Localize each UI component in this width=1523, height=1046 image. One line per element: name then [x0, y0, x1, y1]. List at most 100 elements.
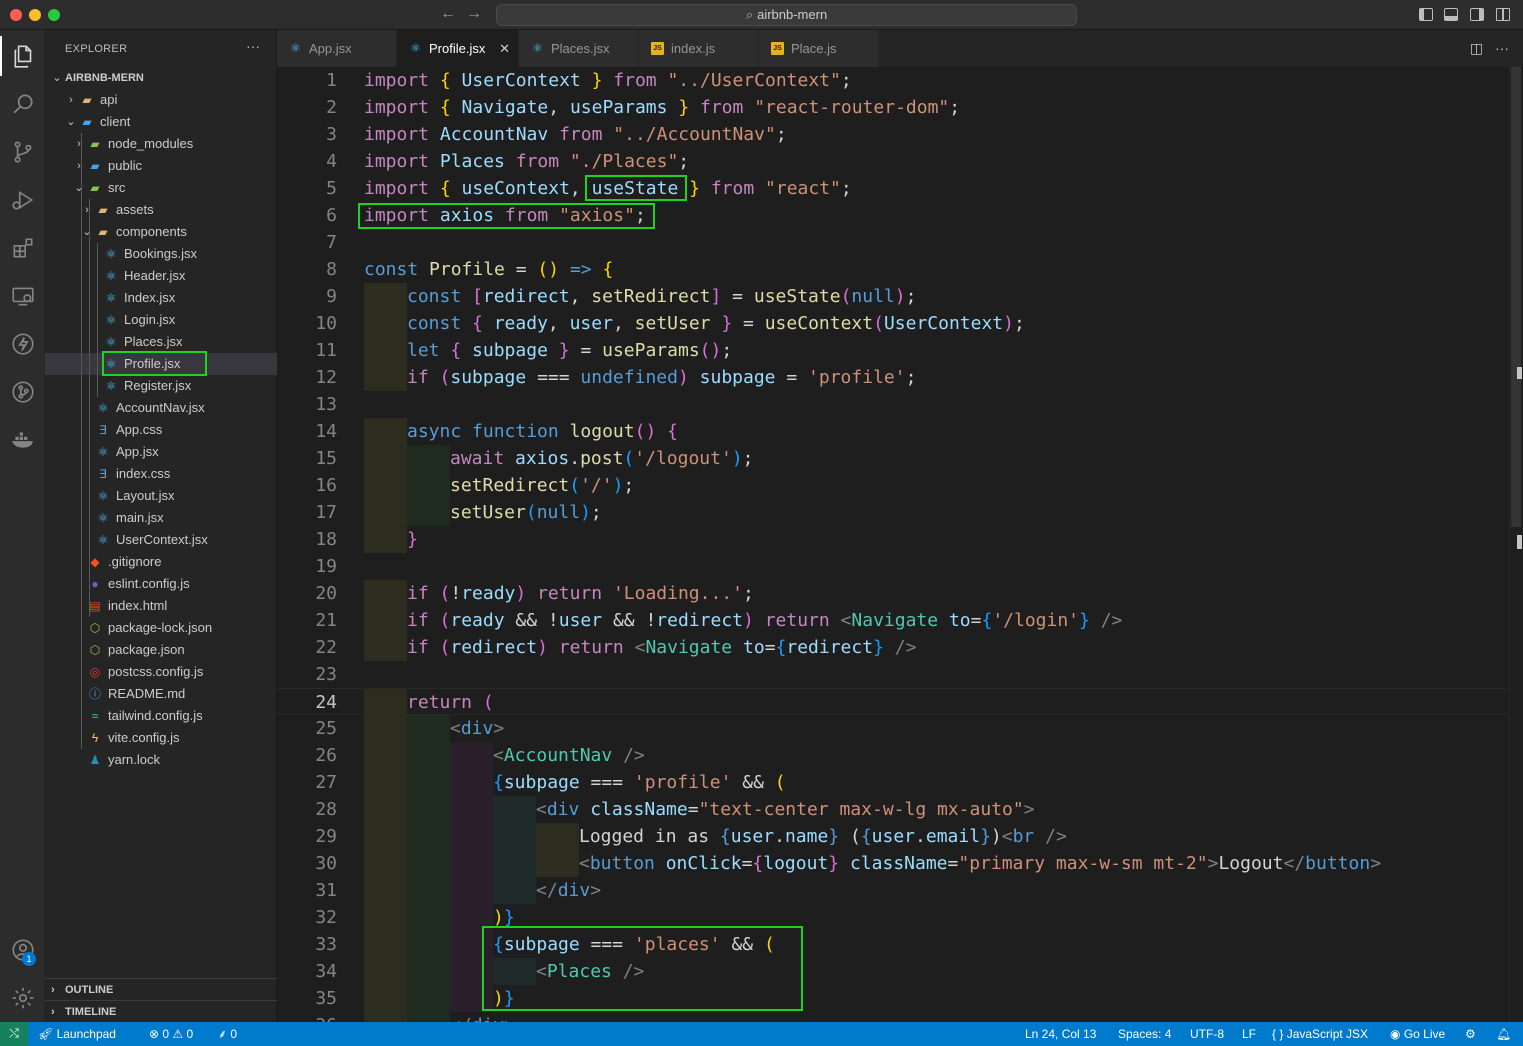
- end-of-line[interactable]: LF: [1242, 1023, 1256, 1045]
- code-token: if: [407, 583, 440, 604]
- tree-file[interactable]: ◎ postcss.config.js: [45, 661, 277, 683]
- code-token: >: [1370, 853, 1382, 874]
- close-tab-icon[interactable]: ✕: [499, 30, 510, 67]
- remote-explorer-icon[interactable]: [0, 276, 45, 316]
- scroll-thumb[interactable]: [1511, 67, 1521, 527]
- code-token: 'profile': [808, 367, 906, 388]
- tree-item-label: index.html: [108, 598, 168, 613]
- go-live-button[interactable]: ◉ Go Live: [1390, 1023, 1445, 1045]
- code-token: ;: [905, 286, 917, 307]
- indent-rainbow: [364, 634, 407, 661]
- code-token: function: [472, 421, 570, 442]
- tree-file[interactable]: ▤ index.html: [45, 595, 277, 617]
- tree-file[interactable]: ⚛ Register.jsx: [45, 375, 277, 397]
- line-number: 34: [315, 961, 337, 982]
- code-text: import { Navigate, useParams } from "rea…: [364, 94, 960, 121]
- tree-folder[interactable]: ⌄ ▰ client: [45, 111, 277, 133]
- explorer-icon[interactable]: [0, 36, 45, 76]
- code-token: setRedirect: [591, 286, 711, 307]
- tree-file[interactable]: ⚛ Login.jsx: [45, 309, 277, 331]
- tree-folder[interactable]: ⌄ ▰ src: [45, 177, 277, 199]
- docker-icon[interactable]: [0, 420, 45, 460]
- indent-rainbow: [364, 796, 407, 823]
- notifications-bell-icon[interactable]: 🔔︎: [1496, 1023, 1511, 1045]
- tree-file[interactable]: ∃ index.css: [45, 463, 277, 485]
- tree-file[interactable]: ⚛ Places.jsx: [45, 331, 277, 353]
- thunder-client-icon[interactable]: [0, 324, 45, 364]
- run-debug-icon[interactable]: [0, 180, 45, 220]
- tree-file[interactable]: ⚛ AccountNav.jsx: [45, 397, 277, 419]
- tree-file[interactable]: ⚛ Bookings.jsx: [45, 243, 277, 265]
- tree-file[interactable]: ≈ tailwind.config.js: [45, 705, 277, 727]
- editor-scrollbar[interactable]: [1509, 67, 1523, 1022]
- indent-rainbow: [364, 769, 407, 796]
- toggle-secondary-sidebar-icon[interactable]: [1470, 8, 1484, 21]
- tree-item-label: api: [100, 92, 118, 107]
- more-actions-icon[interactable]: ···: [1495, 40, 1509, 56]
- language-mode[interactable]: { } JavaScript JSX: [1272, 1023, 1368, 1045]
- tree-file[interactable]: ◆ .gitignore: [45, 551, 277, 573]
- tree-file[interactable]: ∃ App.css: [45, 419, 277, 441]
- extensions-icon[interactable]: [0, 228, 45, 268]
- code-text: </div>: [450, 1012, 515, 1022]
- split-editor-icon[interactable]: ◫: [1470, 40, 1483, 56]
- tree-file[interactable]: ⚛ Header.jsx: [45, 265, 277, 287]
- forward-arrow-icon[interactable]: →: [466, 5, 482, 23]
- tree-folder[interactable]: › ▰ public: [45, 155, 277, 177]
- tree-folder[interactable]: › ▰ node_modules: [45, 133, 277, 155]
- editor-tab[interactable]: ⚛ Profile.jsx ✕: [397, 30, 519, 67]
- tree-file[interactable]: ϟ vite.config.js: [45, 727, 277, 749]
- accounts-icon[interactable]: 1: [0, 930, 45, 970]
- indentation[interactable]: Spaces: 4: [1118, 1023, 1171, 1045]
- ports-item[interactable]: ⸙ 0: [218, 1023, 237, 1045]
- code-token: (: [439, 637, 451, 658]
- code-token: >: [1207, 853, 1219, 874]
- git-graph-icon[interactable]: [0, 372, 45, 412]
- toggle-primary-sidebar-icon[interactable]: [1419, 8, 1433, 21]
- problems-item[interactable]: ⊗ 0 ⚠ 0: [149, 1023, 193, 1045]
- remote-indicator-icon[interactable]: ⤭: [0, 1022, 28, 1046]
- tree-folder[interactable]: › ▰ api: [45, 89, 277, 111]
- vite-file-icon: ϟ: [91, 731, 99, 745]
- indent-rainbow: [364, 418, 407, 445]
- copilot-icon[interactable]: ⚙: [1465, 1023, 1476, 1045]
- launchpad-item[interactable]: 🚀︎ Launchpad: [38, 1023, 116, 1045]
- editor-tab[interactable]: JS index.js: [639, 30, 759, 67]
- tree-file[interactable]: ● eslint.config.js: [45, 573, 277, 595]
- tree-file[interactable]: ⓘ README.md: [45, 683, 277, 705]
- close-window-button[interactable]: [10, 9, 22, 21]
- workspace-root[interactable]: ⌄ AIRBNB-MERN: [45, 67, 277, 89]
- encoding[interactable]: UTF-8: [1190, 1023, 1224, 1045]
- more-actions-icon[interactable]: ···: [246, 38, 260, 54]
- editor-tab[interactable]: JS Place.js: [759, 30, 879, 67]
- tree-file[interactable]: ⬡ package-lock.json: [45, 617, 277, 639]
- outline-section[interactable]: › OUTLINE: [45, 978, 277, 1000]
- tree-item-label: postcss.config.js: [108, 664, 204, 679]
- code-line: 4 import Places from "./Places";: [277, 148, 1507, 175]
- tree-file[interactable]: ♟ yarn.lock: [45, 749, 277, 771]
- timeline-section[interactable]: › TIMELINE: [45, 1000, 277, 1022]
- tree-file[interactable]: ⚛ Layout.jsx: [45, 485, 277, 507]
- tree-file[interactable]: ⚛ App.jsx: [45, 441, 277, 463]
- settings-gear-icon[interactable]: [0, 978, 45, 1018]
- editor-tab[interactable]: ⚛ Places.jsx: [519, 30, 639, 67]
- editor-tab[interactable]: ⚛ App.jsx: [277, 30, 397, 67]
- tree-folder[interactable]: ⌄ ▰ components: [45, 221, 277, 243]
- command-center-search[interactable]: ⌕ airbnb-mern: [496, 4, 1077, 26]
- customize-layout-icon[interactable]: [1496, 8, 1510, 21]
- code-token: redirect: [786, 637, 874, 658]
- minimize-window-button[interactable]: [29, 9, 41, 21]
- toggle-panel-icon[interactable]: [1444, 8, 1458, 21]
- code-token: (: [774, 772, 786, 793]
- tree-file[interactable]: ⬡ package.json: [45, 639, 277, 661]
- cursor-position[interactable]: Ln 24, Col 13: [1025, 1023, 1096, 1045]
- code-editor[interactable]: 1 import { UserContext } from "../UserCon…: [277, 67, 1523, 1022]
- search-icon[interactable]: [0, 84, 45, 124]
- tree-file[interactable]: ⚛ Index.jsx: [45, 287, 277, 309]
- back-arrow-icon[interactable]: ←: [440, 5, 456, 23]
- zoom-window-button[interactable]: [48, 9, 60, 21]
- source-control-icon[interactable]: [0, 132, 45, 172]
- tree-folder[interactable]: › ▰ assets: [45, 199, 277, 221]
- tree-file[interactable]: ⚛ main.jsx: [45, 507, 277, 529]
- tree-file[interactable]: ⚛ UserContext.jsx: [45, 529, 277, 551]
